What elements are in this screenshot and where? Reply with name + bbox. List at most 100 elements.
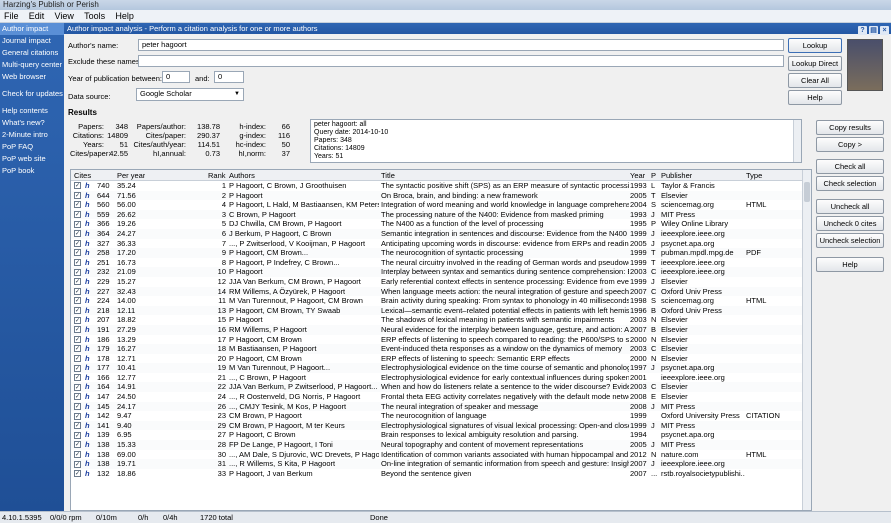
sidebar-item-multi-query[interactable]: Multi-query center	[0, 59, 64, 71]
table-row[interactable]: ✓ h 178 12.71 20 P Hagoort, CM Brown ERP effec…	[71, 354, 811, 364]
table-row[interactable]: ✓ h 559 26.62 3 C Brown, P Hagoort The process…	[71, 209, 811, 220]
row-checkbox[interactable]: ✓	[74, 460, 81, 468]
table-row[interactable]: ✓ h 232 21.09 10 P Hagoort Interplay between s…	[71, 267, 811, 277]
year-to-input[interactable]: 0	[214, 71, 244, 83]
clear-all-button[interactable]: Clear All	[788, 73, 842, 88]
table-row[interactable]: ✓ h 164 14.91 22 JJA Van Berkum, P Zwitserloo…	[71, 382, 811, 393]
table-row[interactable]: ✓ h 186 13.29 17 P Hagoort, CM Brown ERP effec…	[71, 335, 811, 345]
row-checkbox[interactable]: ✓	[74, 307, 81, 315]
table-row[interactable]: ✓ h 179 16.27 18 M Bastiaansen, P Hagoort Even…	[71, 344, 811, 354]
col-cites[interactable]: Cites	[74, 170, 91, 181]
sidebar-item-intro[interactable]: 2-Minute intro	[0, 129, 64, 141]
author-input[interactable]: peter hagoort	[138, 39, 784, 51]
table-row[interactable]: ✓ h 364 24.27 6 J Berkum, P Hagoort, C Brown S…	[71, 228, 811, 239]
table-row[interactable]: ✓ h 139 6.95 27 P Hagoort, C Brown Brain respo…	[71, 430, 811, 440]
table-row[interactable]: ✓ h 138 15.33 28 FP De Lange, P Hagoort, I To…	[71, 440, 811, 450]
row-checkbox[interactable]: ✓	[74, 211, 81, 219]
row-checkbox[interactable]: ✓	[74, 259, 81, 267]
table-row[interactable]: ✓ h 141 9.40 29 CM Brown, P Hagoort, M ter Ke…	[71, 420, 811, 431]
uncheck-0-cites-button[interactable]: Uncheck 0 cites	[816, 216, 884, 231]
table-row[interactable]: ✓ h 177 10.41 19 M Van Turennout, P Hagoort..…	[71, 363, 811, 373]
row-checkbox[interactable]: ✓	[74, 393, 81, 401]
col-authors[interactable]: Authors	[229, 170, 255, 181]
col-per-year[interactable]: Per year	[117, 170, 145, 181]
table-row[interactable]: ✓ h 207 18.82 15 P Hagoort The shadows of lexi…	[71, 315, 811, 325]
menu-tools[interactable]: Tools	[80, 10, 109, 23]
table-row[interactable]: ✓ h 132 18.86 33 P Hagoort, J van Berkum Beyon…	[71, 469, 811, 479]
table-row[interactable]: ✓ h 227 32.43 14 RM Willems, A Özyürek, P Hag…	[71, 286, 811, 297]
row-checkbox[interactable]: ✓	[74, 239, 81, 247]
row-checkbox[interactable]: ✓	[74, 297, 81, 305]
row-checkbox[interactable]: ✓	[74, 345, 81, 353]
row-checkbox[interactable]: ✓	[74, 220, 81, 228]
row-checkbox[interactable]: ✓	[74, 450, 81, 458]
check-all-button[interactable]: Check all	[816, 159, 884, 174]
row-checkbox[interactable]: ✓	[74, 422, 81, 430]
table-row[interactable]: ✓ h 218 12.11 13 P Hagoort, CM Brown, TY Swaa…	[71, 305, 811, 316]
check-selection-button[interactable]: Check selection	[816, 176, 884, 191]
table-row[interactable]: ✓ h 138 69.00 30..., AM Dale, S Djurovic, WC…	[71, 450, 811, 460]
row-checkbox[interactable]: ✓	[74, 412, 81, 420]
sidebar-item-general-citations[interactable]: General citations	[0, 47, 64, 59]
col-title[interactable]: Title	[381, 170, 395, 181]
book-icon[interactable]: ▤	[869, 26, 878, 35]
col-year[interactable]: Year	[630, 170, 645, 181]
row-checkbox[interactable]: ✓	[74, 374, 81, 382]
uncheck-selection-button[interactable]: Uncheck selection	[816, 233, 884, 248]
row-checkbox[interactable]: ✓	[74, 441, 81, 449]
copy-results-button[interactable]: Copy results	[816, 120, 884, 135]
col-rank[interactable]: Rank	[208, 170, 226, 181]
col-type[interactable]: Type	[746, 170, 762, 181]
lookup-button[interactable]: Lookup	[788, 38, 842, 53]
table-row[interactable]: ✓ h 740 35.24 1 P Hagoort, C Brown, J Groothu…	[71, 181, 811, 191]
col-publisher[interactable]: Publisher	[661, 170, 692, 181]
row-checkbox[interactable]: ✓	[74, 383, 81, 391]
row-checkbox[interactable]: ✓	[74, 354, 81, 362]
menu-help[interactable]: Help	[111, 10, 138, 23]
row-checkbox[interactable]: ✓	[74, 182, 81, 190]
chevron-down-icon[interactable]: ▼	[234, 89, 240, 99]
row-checkbox[interactable]: ✓	[74, 191, 81, 199]
source-select[interactable]: Google Scholar ▼	[136, 88, 244, 101]
lookup-direct-button[interactable]: Lookup Direct	[788, 56, 842, 71]
row-checkbox[interactable]: ✓	[74, 230, 81, 238]
row-checkbox[interactable]: ✓	[74, 287, 81, 295]
menu-edit[interactable]: Edit	[25, 10, 49, 23]
row-checkbox[interactable]: ✓	[74, 431, 81, 439]
table-row[interactable]: ✓ h 560 56.00 4 P Hagoort, L Hald, M Bastiaan…	[71, 200, 811, 210]
table-row[interactable]: ✓ h 224 14.00 11 M Van Turennout, P Hagoort, …	[71, 296, 811, 306]
row-checkbox[interactable]: ✓	[74, 268, 81, 276]
sidebar-item-whats-new[interactable]: What's new?	[0, 117, 64, 129]
row-checkbox[interactable]: ✓	[74, 335, 81, 343]
help-icon[interactable]: ?	[858, 26, 867, 35]
row-checkbox[interactable]: ✓	[74, 402, 81, 410]
table-row[interactable]: ✓ h 147 24.50 24..., R Oostenveld, DG Norris…	[71, 392, 811, 402]
table-row[interactable]: ✓ h 229 15.27 12 JJA Van Berkum, CM Brown, P …	[71, 277, 811, 287]
close-icon[interactable]: ×	[880, 26, 889, 35]
table-row[interactable]: ✓ h 138 19.71 31..., R Willems, S Kita, P Ha…	[71, 459, 811, 469]
col-p[interactable]: P	[651, 170, 656, 181]
row-checkbox[interactable]: ✓	[74, 201, 81, 209]
table-scrollbar[interactable]	[802, 170, 811, 510]
scroll-thumb[interactable]	[804, 182, 810, 202]
table-row[interactable]: ✓ h 258 17.20 9 P Hagoort, CM Brown... The neu…	[71, 248, 811, 258]
menu-view[interactable]: View	[51, 10, 78, 23]
sidebar-item-author-impact[interactable]: Author impact	[0, 23, 64, 35]
row-checkbox[interactable]: ✓	[74, 364, 81, 372]
sidebar-item-web-site[interactable]: PoP web site	[0, 153, 64, 165]
menu-file[interactable]: File	[0, 10, 23, 23]
year-from-input[interactable]: 0	[162, 71, 190, 83]
row-checkbox[interactable]: ✓	[74, 278, 81, 286]
sidebar-item-check-updates[interactable]: Check for updates	[0, 88, 64, 100]
table-row[interactable]: ✓ h 251 16.73 8 P Hagoort, P Indefrey, C Brow…	[71, 258, 811, 268]
sidebar-item-web-browser[interactable]: Web browser	[0, 71, 64, 83]
query-scrollbar[interactable]	[793, 120, 801, 162]
table-row[interactable]: ✓ h 366 19.26 5 DJ Chwilla, CM Brown, P Hagoo…	[71, 219, 811, 229]
sidebar-item-faq[interactable]: PoP FAQ	[0, 141, 64, 153]
sidebar-item-journal-impact[interactable]: Journal impact	[0, 35, 64, 47]
sidebar-item-book[interactable]: PoP book	[0, 165, 64, 177]
table-row[interactable]: ✓ h 644 71.56 2 P Hagoort On Broca, brain, and…	[71, 190, 811, 201]
uncheck-all-button[interactable]: Uncheck all	[816, 199, 884, 214]
sidebar-item-help-contents[interactable]: Help contents	[0, 105, 64, 117]
table-row[interactable]: ✓ h 166 12.77 21..., C Brown, P Hagoort Elect…	[71, 373, 811, 383]
